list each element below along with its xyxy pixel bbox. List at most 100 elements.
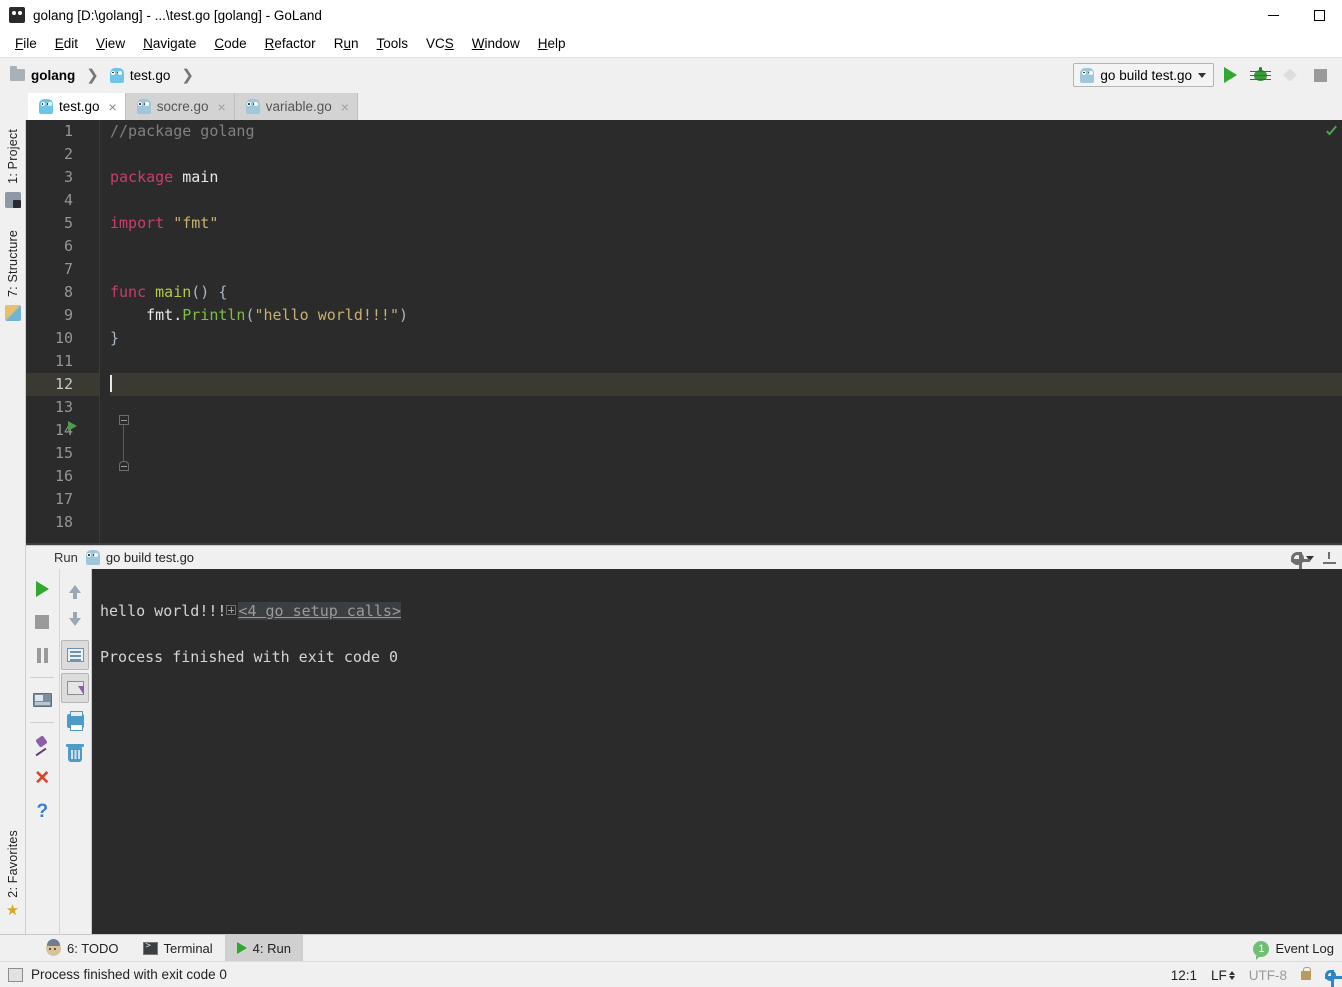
event-log-area[interactable]: 1 Event Log [1253, 935, 1334, 962]
clear-all-button[interactable] [61, 739, 89, 769]
editor-tab-test-go[interactable]: test.go × [28, 93, 126, 120]
menu-item-help[interactable]: Help [529, 33, 575, 54]
menu-item-navigate[interactable]: Navigate [134, 33, 205, 54]
run-toolbar: go build test.go [1073, 58, 1334, 92]
plus-icon[interactable] [226, 605, 237, 615]
menu-item-code[interactable]: Code [205, 33, 255, 54]
go-file-icon [245, 99, 260, 114]
next-occurrence-button[interactable] [61, 607, 89, 637]
run-tool-window-header: Run go build test.go [26, 545, 1342, 571]
line-number: 14 [54, 421, 73, 439]
stop-button[interactable] [1306, 61, 1334, 89]
editor-tab-label: test.go [59, 99, 100, 114]
line-number: 7 [63, 260, 73, 278]
project-icon[interactable] [4, 191, 21, 208]
menu-item-refactor[interactable]: Refactor [256, 33, 325, 54]
menu-item-tools[interactable]: Tools [367, 33, 417, 54]
close-icon[interactable]: × [341, 100, 349, 114]
run-button[interactable] [1216, 61, 1244, 89]
editor-text-area[interactable]: //package golang package main import "fmt"… [100, 120, 1342, 545]
scroll-to-end-button[interactable] [61, 673, 90, 703]
stop-button[interactable] [28, 607, 56, 637]
close-button[interactable]: ✕ [28, 763, 56, 793]
dump-threads-button[interactable] [28, 685, 56, 715]
menu-item-file[interactable]: File [6, 33, 46, 54]
console-line: Process finished with exit code 0 [100, 648, 399, 666]
tool-window-run-label: 4: Run [252, 940, 291, 956]
run-tab[interactable]: go build test.go [85, 550, 194, 565]
pause-output-button[interactable] [28, 640, 56, 670]
run-with-coverage-button[interactable] [1276, 61, 1304, 89]
close-icon[interactable]: × [218, 100, 226, 114]
help-button[interactable]: ? [28, 796, 56, 826]
tool-window-todo[interactable]: 6: TODO [34, 935, 131, 961]
tool-window-run[interactable]: 4: Run [224, 935, 303, 961]
soft-wrap-icon [66, 648, 84, 662]
console-fold-row[interactable]: <4 go setup calls> [100, 577, 1342, 620]
pause-icon [36, 647, 49, 663]
minimize-button[interactable] [1250, 0, 1296, 30]
code-token: import [110, 214, 165, 232]
lock-icon[interactable] [1301, 966, 1311, 980]
toolbar-divider [30, 677, 55, 678]
gutter-run-icon[interactable] [68, 421, 77, 431]
gear-icon[interactable] [1325, 969, 1342, 987]
go-file-icon [1080, 67, 1095, 83]
editor-gutter[interactable]: 1 2 3 4 5 6 7 8 9 10 11 12 13 14 15 16 17 18 [26, 120, 129, 545]
code-line: } [110, 327, 1342, 350]
line-number: 2 [63, 145, 73, 163]
run-settings-button[interactable] [1291, 551, 1314, 571]
menu-bar: File Edit View Navigate Code Refactor Run Tools… [0, 30, 1342, 58]
play-icon [1223, 67, 1237, 83]
menu-item-view[interactable]: View [87, 33, 134, 54]
soft-wrap-button[interactable] [61, 640, 90, 670]
inspection-ok-icon[interactable] [1324, 126, 1338, 140]
menu-item-run[interactable]: Run [325, 33, 368, 54]
hide-window-button[interactable] [1323, 552, 1336, 564]
breadcrumb-item-file[interactable]: test.go [130, 68, 171, 83]
sidebar-item-structure[interactable]: 7: Structure [6, 225, 20, 302]
menu-item-window[interactable]: Window [463, 33, 529, 54]
code-token: main [155, 283, 192, 301]
event-log-label[interactable]: Event Log [1275, 941, 1334, 956]
rerun-button[interactable] [28, 574, 56, 604]
console-output[interactable]: <4 go setup calls> hello world!!! Proces… [92, 569, 1342, 934]
tool-window-todo-label: 6: TODO [67, 940, 119, 956]
goland-icon [9, 7, 25, 23]
sidebar-item-favorites[interactable]: 2: Favorites [6, 825, 20, 903]
menu-item-vcs[interactable]: VCS [417, 33, 463, 54]
line-separator-selector[interactable]: LF [1211, 968, 1235, 983]
stop-icon [1313, 68, 1327, 82]
question-icon: ? [36, 800, 49, 822]
previous-occurrence-button[interactable] [61, 574, 89, 604]
line-number: 4 [63, 191, 73, 209]
pin-tab-button[interactable] [28, 730, 56, 760]
sidebar-item-project[interactable]: 1: Project [6, 124, 20, 189]
console-fold-label[interactable]: <4 go setup calls> [238, 602, 401, 620]
run-configuration-selector[interactable]: go build test.go [1073, 63, 1214, 87]
editor-tab-variable-go[interactable]: variable.go × [234, 93, 358, 120]
breadcrumb-item-project[interactable]: golang [31, 68, 75, 83]
maximize-button[interactable] [1296, 0, 1342, 30]
tool-window-terminal[interactable]: Terminal [131, 935, 225, 961]
encoding-selector[interactable]: UTF-8 [1249, 968, 1287, 983]
code-editor[interactable]: 1 2 3 4 5 6 7 8 9 10 11 12 13 14 15 16 17 18 //package go… [26, 120, 1342, 545]
editor-tab-socre-go[interactable]: socre.go × [125, 93, 235, 120]
structure-icon[interactable] [4, 304, 21, 321]
debug-button[interactable] [1246, 61, 1274, 89]
print-button[interactable] [61, 706, 89, 736]
code-token: ) [399, 306, 409, 324]
event-log-badge: 1 [1253, 940, 1270, 960]
code-token: Println [182, 306, 246, 324]
code-token: fmt. [110, 306, 183, 324]
code-token: func [110, 283, 147, 301]
star-icon[interactable]: ★ [6, 903, 19, 918]
code-line: package main [110, 166, 1342, 189]
menu-item-edit[interactable]: Edit [46, 33, 87, 54]
caret-position[interactable]: 12:1 [1171, 968, 1197, 983]
line-number: 9 [63, 306, 73, 324]
close-icon[interactable]: × [109, 100, 117, 114]
code-token: package [110, 168, 174, 186]
